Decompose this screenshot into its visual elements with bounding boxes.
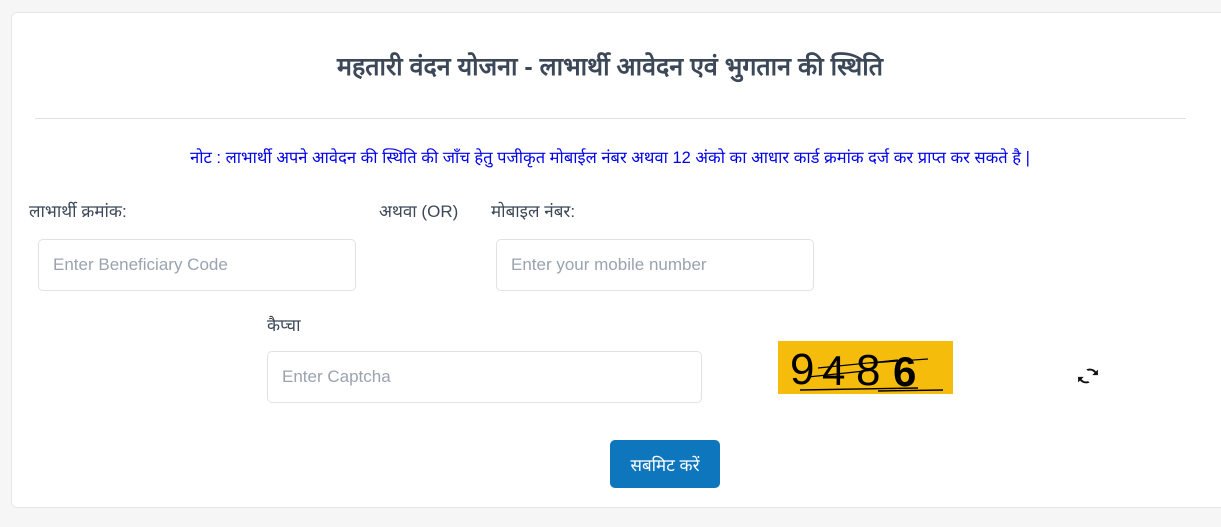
refresh-captcha-button[interactable] bbox=[1075, 363, 1101, 389]
captcha-digit-1: 9 bbox=[790, 345, 814, 394]
captcha-digit-2: 4 bbox=[822, 347, 845, 394]
or-separator-label: अथवा (OR) bbox=[379, 202, 459, 221]
beneficiary-code-label: लाभार्थी क्रमांक: bbox=[29, 202, 127, 221]
status-form-card: महतारी वंदन योजना - लाभार्थी आवेदन एवं भ… bbox=[11, 12, 1221, 508]
form-area: लाभार्थी क्रमांक: अथवा (OR) मोबाइल नंबर:… bbox=[12, 13, 1221, 509]
mobile-number-input[interactable] bbox=[496, 239, 814, 291]
captcha-input[interactable] bbox=[267, 351, 702, 403]
captcha-image: 9 4 8 6 bbox=[778, 341, 953, 394]
mobile-number-label: मोबाइल नंबर: bbox=[491, 202, 576, 221]
captcha-label: कैप्चा bbox=[267, 316, 301, 335]
captcha-image-svg: 9 4 8 6 bbox=[778, 341, 953, 394]
captcha-digit-3: 8 bbox=[856, 346, 880, 394]
beneficiary-code-input[interactable] bbox=[38, 239, 356, 291]
captcha-digit-4: 6 bbox=[893, 348, 916, 394]
refresh-icon bbox=[1078, 368, 1098, 384]
page-root: महतारी वंदन योजना - लाभार्थी आवेदन एवं भ… bbox=[0, 0, 1221, 527]
submit-button[interactable]: सबमिट करें bbox=[610, 440, 720, 488]
